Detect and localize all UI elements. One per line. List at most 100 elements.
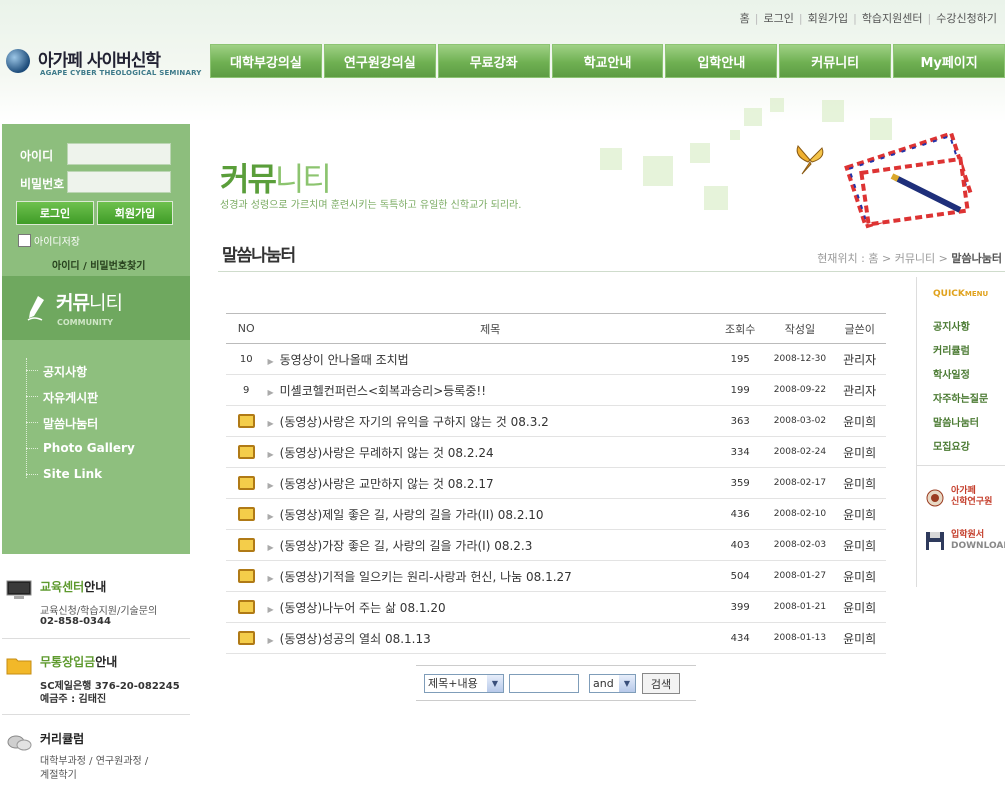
nav-item-word-sharing[interactable]: 말씀나눔터	[43, 415, 98, 432]
pw-input[interactable]	[67, 171, 171, 193]
arrow-right-icon: ▶	[267, 480, 274, 490]
table-row[interactable]: 9 ▶ 미셸코헬컨퍼런스<회복과승리>등록중!! 199 2008-09-22 관리자	[226, 374, 886, 406]
gnb-mypage[interactable]: My페이지	[893, 44, 1005, 78]
curriculum-info: 커리큘럼 대학부과정 / 연구원과정 / 계절학기	[2, 730, 190, 785]
site-logo[interactable]: 아가페 사이버신학 AGAPE CYBER THEOLOGICAL SEMINA…	[6, 46, 206, 82]
util-login-link[interactable]: 로그인	[764, 12, 794, 25]
table-row[interactable]: ▶ (동영상)사랑은 자기의 유익을 구하지 않는 것 08.3.2 363 2008…	[226, 405, 886, 437]
table-row[interactable]: 10 ▶ 동영상이 안나올때 조치법 195 2008-12-30 관리자	[226, 343, 886, 375]
institute-banner[interactable]: 아가페 신학연구원	[925, 486, 1005, 514]
nav-item-notice[interactable]: 공지사항	[43, 363, 87, 380]
row-subject-link[interactable]: ▶ (동영상)사랑은 교만하지 않는 것 08.2.17	[266, 467, 714, 499]
gnb-admission[interactable]: 입학안내	[665, 44, 778, 78]
board-header-row: NO 제목 조회수 작성일 글쓴이	[226, 313, 886, 344]
divider	[2, 714, 190, 715]
table-row[interactable]: ▶ (동영상)나누어 주는 삶 08.1.20 399 2008-01-21 윤미희	[226, 591, 886, 623]
id-input[interactable]	[67, 143, 171, 165]
row-subject-text: 동영상이 안나올때 조치법	[279, 352, 409, 367]
tv-icon	[237, 445, 255, 459]
join-button[interactable]: 회원가입	[97, 201, 173, 225]
gnb-community[interactable]: 커뮤니티	[779, 44, 892, 78]
util-join-link[interactable]: 회원가입	[808, 12, 848, 25]
curriculum-title[interactable]: 커리큘럼	[40, 730, 84, 747]
row-subject-text: (동영상)사랑은 교만하지 않는 것 08.2.17	[279, 476, 494, 491]
nav-item-free-board[interactable]: 자유게시판	[43, 389, 98, 406]
row-hits: 363	[713, 405, 767, 437]
row-subject-link[interactable]: ▶ (동영상)나누어 주는 삶 08.1.20	[266, 591, 714, 623]
col-subject: 제목	[266, 313, 714, 344]
col-writer: 글쓴이	[833, 313, 886, 344]
search-op-select[interactable]: and ▼	[589, 674, 636, 693]
row-subject-link[interactable]: ▶ (동영상)사랑은 무례하지 않는 것 08.2.24	[266, 436, 714, 468]
globe-icon	[6, 49, 30, 73]
id-label: 아이디	[20, 149, 54, 163]
row-date: 2008-02-17	[766, 467, 834, 499]
row-hits: 334	[713, 436, 767, 468]
quick-curriculum[interactable]: 커리큘럼	[933, 342, 970, 357]
col-hits: 조회수	[713, 313, 767, 344]
table-row[interactable]: ▶ (동영상)사랑은 교만하지 않는 것 08.2.17 359 2008-02-17…	[226, 467, 886, 499]
row-writer: 윤미희	[833, 622, 886, 654]
row-subject-text: (동영상)기적을 일으키는 원리-사랑과 헌신, 나눔 08.1.27	[279, 569, 572, 584]
gnb-research[interactable]: 연구원강의실	[323, 44, 436, 78]
butterfly-icon	[796, 145, 824, 175]
page-title: 말씀나눔터	[222, 246, 296, 266]
find-account-link[interactable]: 아이디 / 비밀번호찾기	[52, 257, 145, 272]
edu-center-phone: 02-858-0344	[40, 616, 111, 627]
nav-tick	[26, 422, 38, 423]
arrow-right-icon: ▶	[267, 573, 274, 583]
quick-recruit[interactable]: 모집요강	[933, 438, 970, 453]
folder-icon	[6, 658, 32, 675]
row-no	[226, 467, 267, 499]
table-row[interactable]: ▶ (동영상)제일 좋은 길, 사랑의 길을 가라(II) 08.2.10 436 2…	[226, 498, 886, 530]
nav-item-site-link[interactable]: Site Link	[43, 467, 102, 481]
row-subject-text: (동영상)나누어 주는 삶 08.1.20	[279, 600, 446, 615]
table-row[interactable]: ▶ (동영상)기적을 일으키는 원리-사랑과 헌신, 나눔 08.1.27 504 2…	[226, 560, 886, 592]
gnb-school-info[interactable]: 학교안내	[551, 44, 664, 78]
quick-word-sharing[interactable]: 말씀나눔터	[933, 414, 979, 429]
table-row[interactable]: ▶ (동영상)성공의 열쇠 08.1.13 434 2008-01-13 윤미희	[226, 622, 886, 654]
util-enroll-link[interactable]: 수강신청하기	[936, 12, 997, 25]
quick-notice[interactable]: 공지사항	[933, 318, 970, 333]
board-body: 10 ▶ 동영상이 안나올때 조치법 195 2008-12-30 관리자 9 ▶ 미셸코헬컨퍼…	[226, 343, 886, 654]
row-subject-link[interactable]: ▶ (동영상)제일 좋은 길, 사랑의 길을 가라(II) 08.2.10	[266, 498, 714, 530]
disc-icon	[7, 735, 32, 751]
quick-faq[interactable]: 자주하는질문	[933, 390, 988, 405]
row-subject-link[interactable]: ▶ (동영상)기적을 일으키는 원리-사랑과 헌신, 나눔 08.1.27	[266, 560, 714, 592]
quick-schedule[interactable]: 학사일정	[933, 366, 970, 381]
search-button[interactable]: 검색	[642, 673, 680, 694]
gnb-free-course[interactable]: 무료강좌	[437, 44, 550, 78]
row-subject-link[interactable]: ▶ 미셸코헬컨퍼런스<회복과승리>등록중!!	[266, 374, 714, 406]
util-support-link[interactable]: 학습지원센터	[862, 12, 923, 25]
row-subject-text: (동영상)제일 좋은 길, 사랑의 길을 가라(II) 08.2.10	[279, 507, 544, 522]
row-subject-link[interactable]: ▶ (동영상)성공의 열쇠 08.1.13	[266, 622, 714, 654]
row-writer: 윤미희	[833, 467, 886, 499]
row-no	[226, 498, 267, 530]
table-row[interactable]: ▶ (동영상)가장 좋은 길, 사랑의 길을 가라(I) 08.2.3 403 200…	[226, 529, 886, 561]
row-subject-link[interactable]: ▶ (동영상)사랑은 자기의 유익을 구하지 않는 것 08.3.2	[266, 405, 714, 437]
row-hits: 195	[713, 343, 767, 375]
gnb-undergrad[interactable]: 대학부강의실	[210, 44, 322, 78]
row-no: 10	[226, 343, 267, 375]
pw-label: 비밀번호	[20, 177, 65, 191]
search-field-select[interactable]: 제목+내용 ▼	[424, 674, 504, 693]
table-row[interactable]: ▶ (동영상)사랑은 무례하지 않는 것 08.2.24 334 2008-02-24…	[226, 436, 886, 468]
row-date: 2008-12-30	[766, 343, 834, 375]
row-no	[226, 591, 267, 623]
row-subject-link[interactable]: ▶ (동영상)가장 좋은 길, 사랑의 길을 가라(I) 08.2.3	[266, 529, 714, 561]
save-id-checkbox[interactable]	[18, 234, 31, 247]
search-bar: 제목+내용 ▼ and ▼ 검색	[416, 665, 696, 701]
row-subject-link[interactable]: ▶ 동영상이 안나올때 조치법	[266, 343, 714, 375]
search-input[interactable]	[509, 674, 579, 693]
util-home-link[interactable]: 홈	[740, 12, 750, 25]
row-no	[226, 529, 267, 561]
application-download-banner[interactable]: 입학원서 DOWNLOAD	[925, 530, 1005, 558]
row-date: 2008-01-21	[766, 591, 834, 623]
row-subject-text: (동영상)사랑은 무례하지 않는 것 08.2.24	[279, 445, 494, 460]
chevron-down-icon: ▼	[487, 675, 503, 692]
left-nav-subtitle: COMMUNITY	[57, 318, 114, 327]
nav-item-photo-gallery[interactable]: Photo Gallery	[43, 441, 135, 455]
row-no: 9	[226, 374, 267, 406]
row-date: 2008-09-22	[766, 374, 834, 406]
login-button[interactable]: 로그인	[16, 201, 94, 225]
